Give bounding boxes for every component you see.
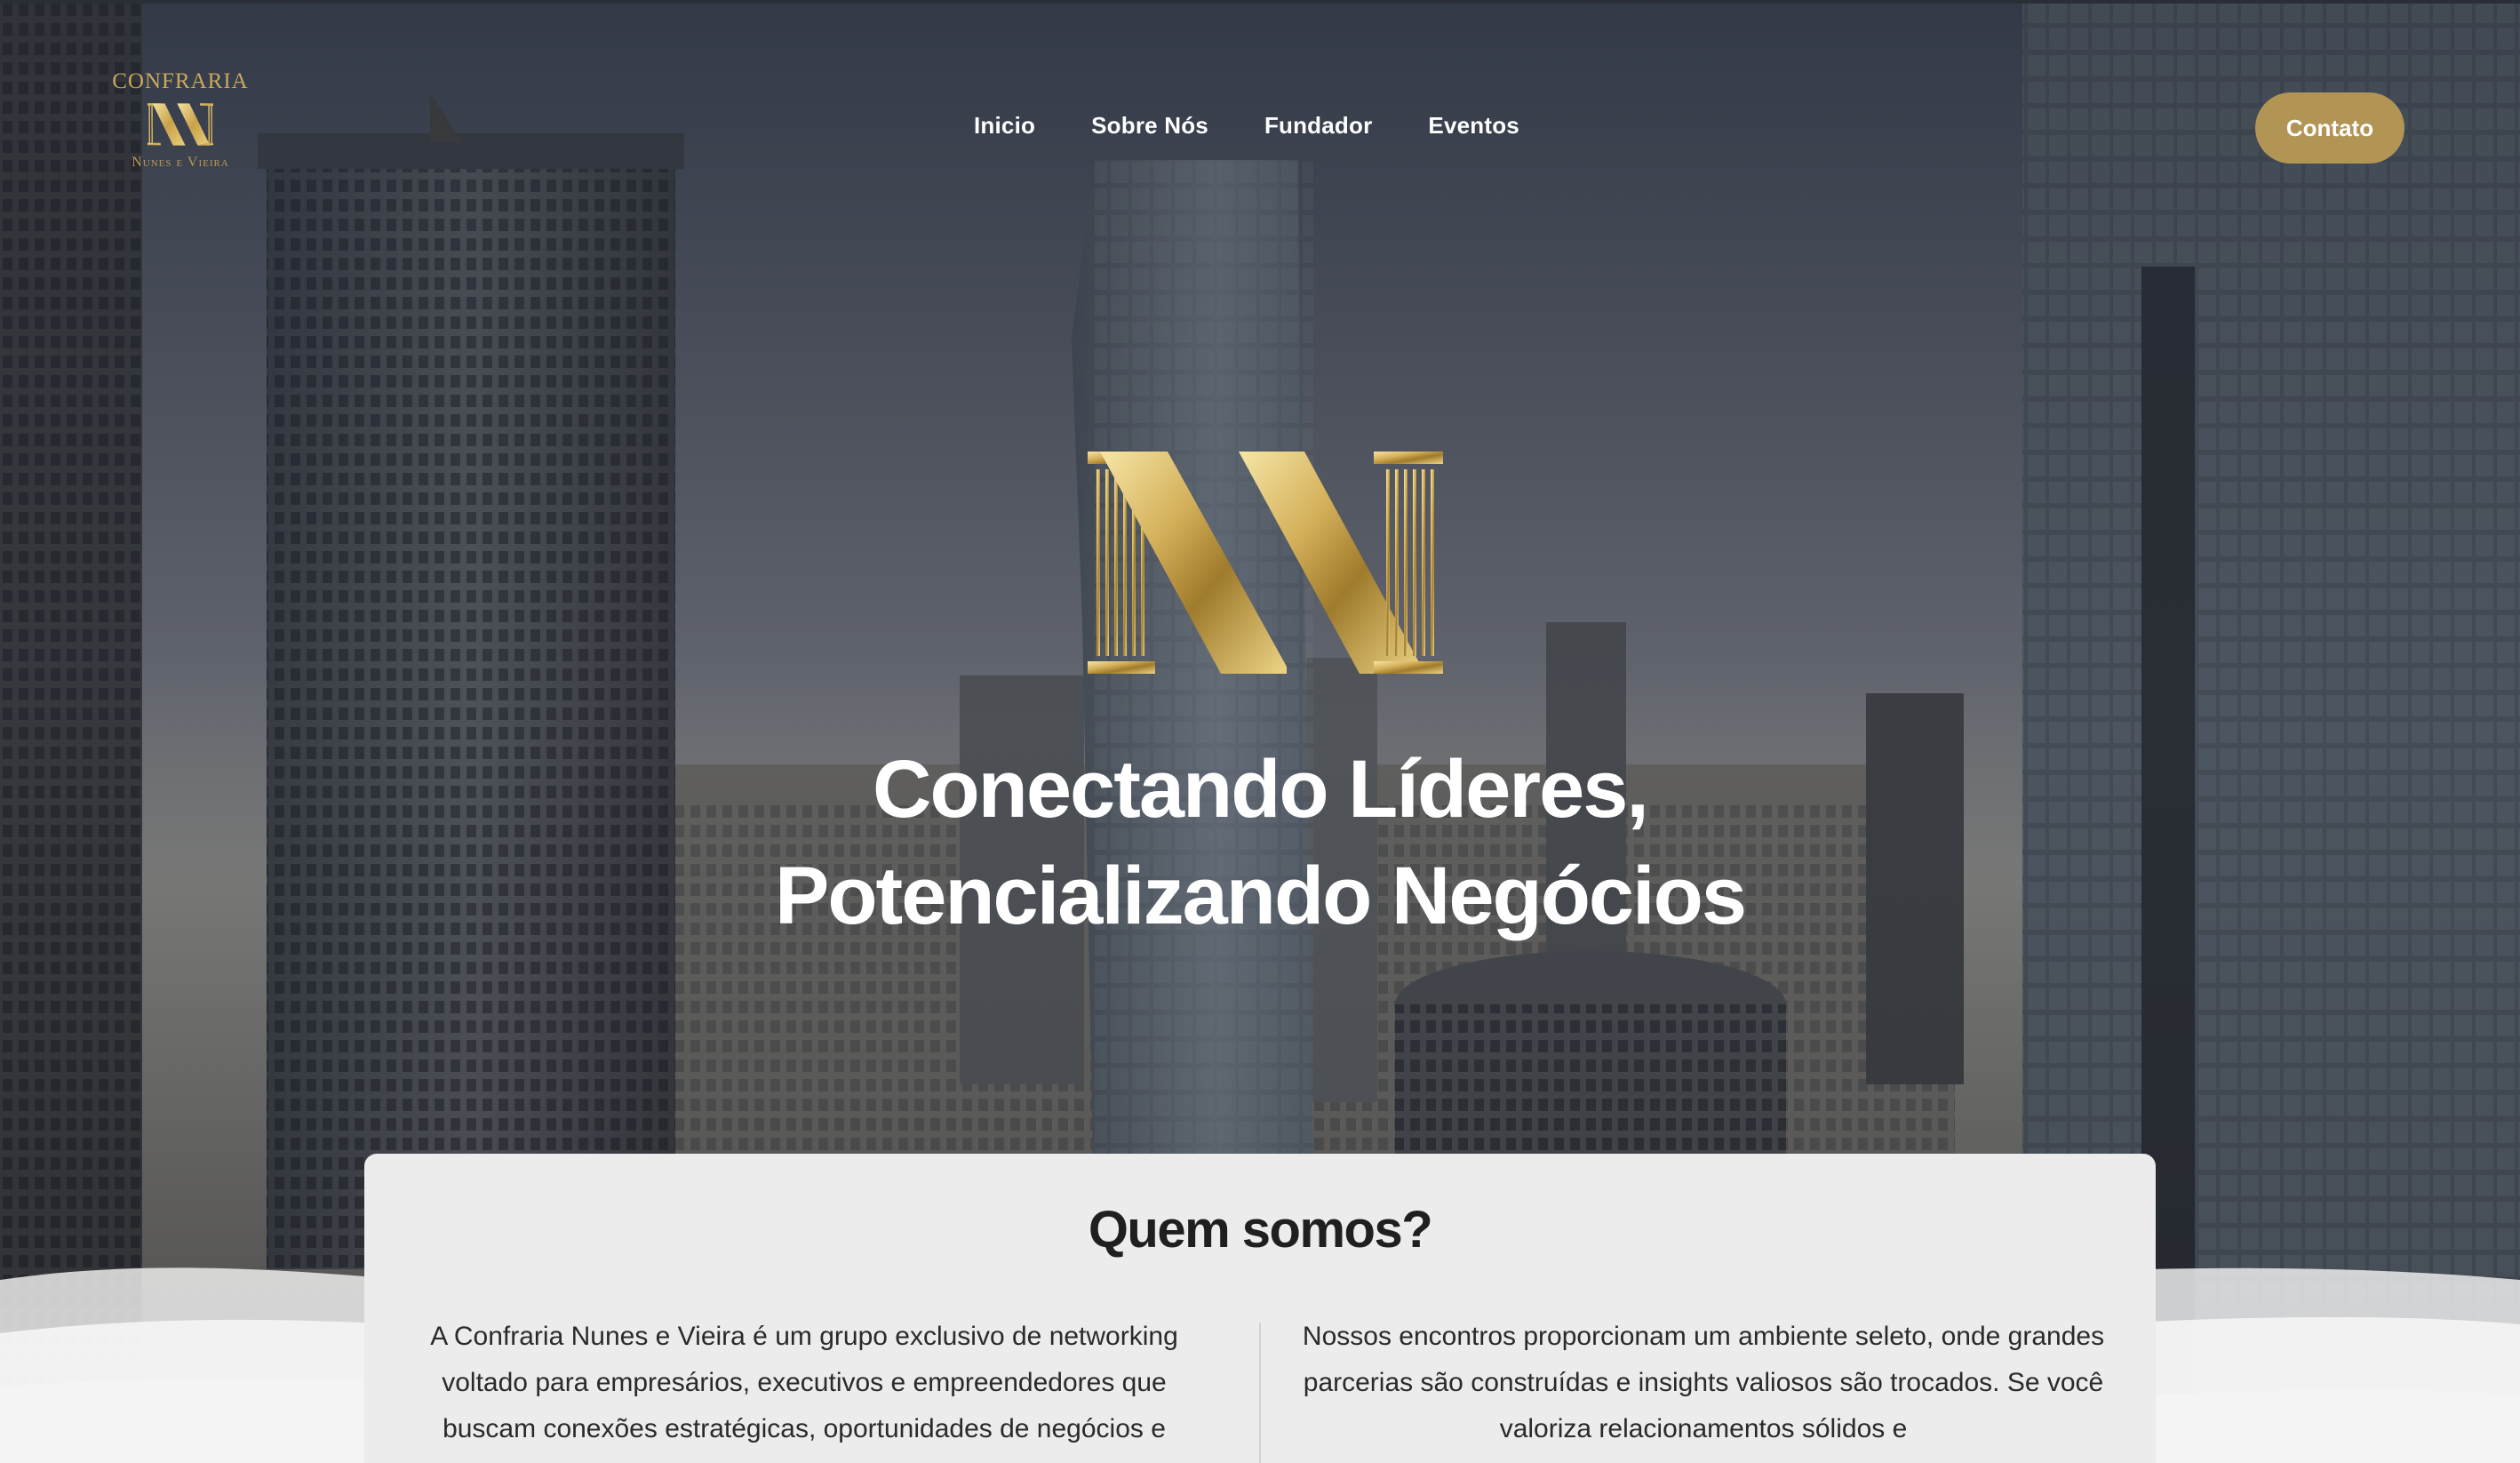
nav-item-fundador[interactable]: Fundador [1264,112,1372,140]
top-border [0,0,2520,4]
main-nav: Inicio Sobre Nós Fundador Eventos [974,112,1519,140]
contact-button[interactable]: Contato [2255,92,2404,164]
about-card: Quem somos? A Confraria Nunes e Vieira é… [364,1154,2156,1463]
nav-item-sobre-nos[interactable]: Sobre Nós [1091,112,1208,140]
nv-pillar-logo-icon [1088,452,1443,674]
nv-pillar-logo-icon [148,103,213,146]
column-divider [1259,1323,1261,1463]
hero-title-line2: Potencializando Negócios [775,851,1747,941]
site-logo[interactable]: CONFRARIA Nunes e Vieira [105,69,256,178]
nav-item-eventos[interactable]: Eventos [1428,112,1519,140]
nav-item-inicio[interactable]: Inicio [974,112,1035,140]
logo-bottom-text: Nunes e Vieira [132,155,229,170]
hero-title-line1: Conectando Líderes, [873,744,1649,835]
logo-top-text: CONFRARIA [112,69,249,93]
about-left-text: A Confraria Nunes e Vieira é um grupo ex… [430,1322,1178,1443]
about-right-text: Nossos encontros proporcionam um ambient… [1302,1322,2105,1443]
about-heading: Quem somos? [1088,1201,1433,1259]
hero-headline: Conectando Líderes, Potencializando Negó… [0,736,2520,949]
